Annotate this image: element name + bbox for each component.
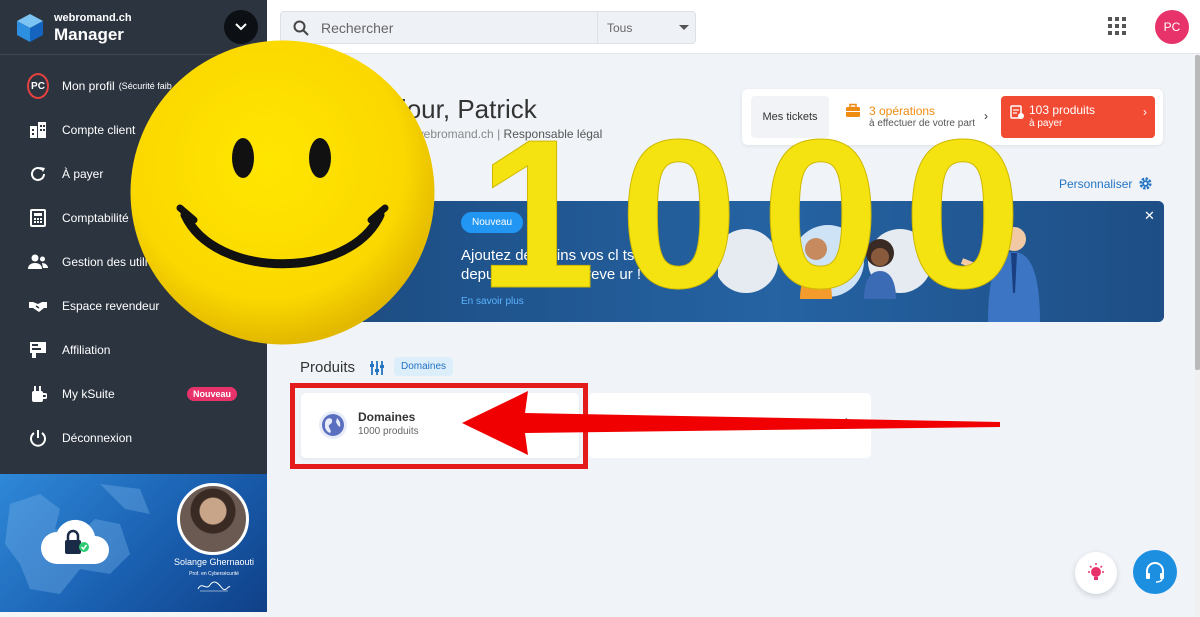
filter-chip-domaines[interactable]: Domaines	[394, 357, 454, 376]
promo-name: Solange Ghernaouti	[173, 557, 255, 567]
apps-grid-icon[interactable]	[1108, 17, 1126, 35]
scrollbar-thumb[interactable]	[1195, 55, 1200, 370]
sidebar-item-label: Déconnexion	[62, 431, 133, 445]
sidebar-item-label: My kSuite	[62, 387, 115, 401]
products-heading: Produits	[300, 359, 356, 376]
chevron-down-icon	[235, 23, 247, 31]
search-scope-value: Tous	[607, 20, 633, 35]
support-button[interactable]	[1133, 550, 1177, 594]
affiliation-icon	[27, 339, 49, 361]
building-icon	[27, 119, 49, 141]
user-avatar-button[interactable]: PC	[1155, 10, 1189, 44]
filter-sliders-icon[interactable]	[369, 360, 385, 376]
sidebar-item-label: À payer	[62, 167, 104, 181]
gear-icon	[1139, 177, 1152, 190]
tips-button[interactable]	[1075, 552, 1117, 594]
sidebar-item-deconnexion[interactable]: Déconnexion	[0, 416, 267, 460]
sidebar-item-my-ksuite[interactable]: My kSuite Nouveau	[0, 372, 267, 416]
search-icon	[281, 20, 321, 36]
brand-subtitle: webromand.ch	[54, 11, 132, 24]
brand[interactable]: webromand.ch Manager	[14, 8, 132, 48]
caret-down-icon	[679, 25, 689, 30]
power-icon	[27, 427, 49, 449]
ksuite-icon	[27, 383, 49, 405]
new-badge: Nouveau	[186, 387, 237, 401]
divider	[0, 612, 267, 617]
refresh-icon	[27, 163, 49, 185]
sidebar-item-label: Affiliation	[62, 343, 111, 357]
overlay-number: 1000	[478, 95, 1046, 332]
avatar: PC	[27, 73, 49, 99]
sidebar-item-label: Compte client	[62, 123, 136, 137]
sidebar-item-label: Mon profil	[62, 79, 115, 93]
customize-button[interactable]: Personnaliser	[1059, 176, 1153, 191]
lightbulb-icon	[1088, 563, 1104, 580]
close-icon[interactable]: ✕	[1144, 208, 1155, 224]
headset-icon	[1146, 562, 1164, 583]
users-icon	[27, 251, 49, 273]
signature-icon	[197, 581, 231, 592]
chevron-right-icon: ›	[1143, 105, 1147, 119]
search-input[interactable]	[321, 19, 597, 36]
brand-title: Manager	[54, 24, 124, 44]
cube-logo-icon	[17, 14, 43, 42]
handshake-icon	[27, 295, 49, 317]
red-arrow-icon	[462, 391, 1000, 455]
sidebar-item-label: Comptabilité	[62, 211, 129, 225]
promo-role: Prof. en Cybersécurité	[189, 571, 239, 577]
smiley-face-icon	[130, 40, 435, 345]
promo-avatar	[177, 483, 249, 555]
search-scope-select[interactable]: Tous	[597, 12, 697, 43]
account-switch-button[interactable]	[224, 10, 258, 44]
calculator-icon	[27, 207, 49, 229]
cloud-lock-icon	[41, 519, 109, 564]
